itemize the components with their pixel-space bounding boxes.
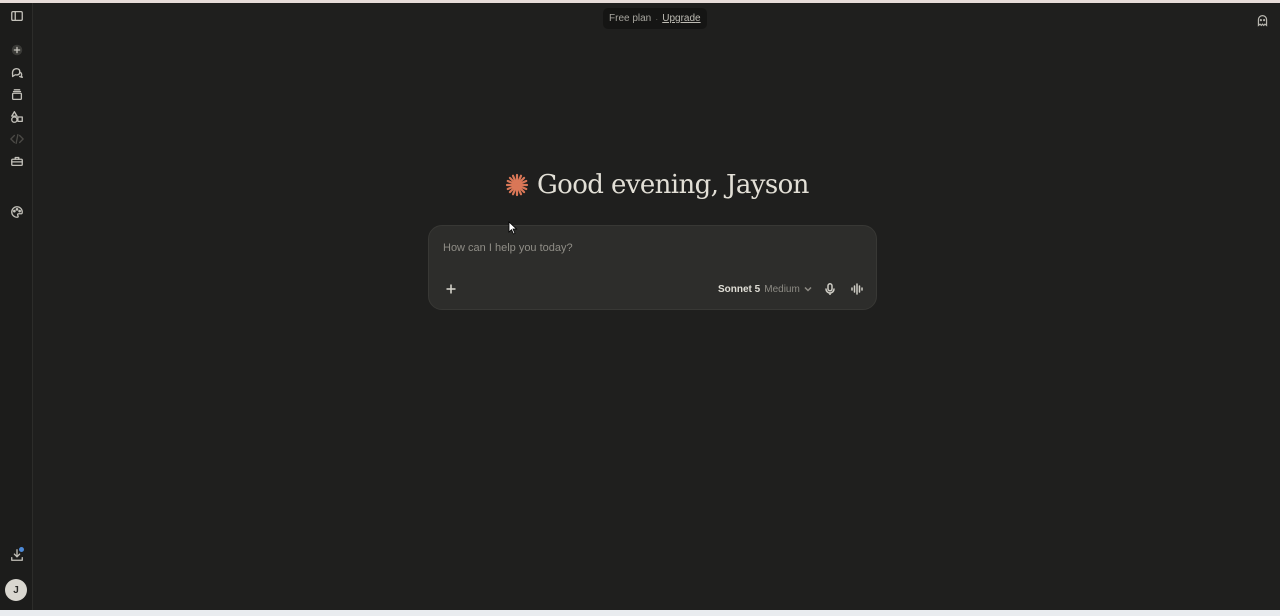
chevron-down-icon xyxy=(804,286,812,292)
customize-button[interactable] xyxy=(9,204,25,220)
chats-button[interactable] xyxy=(9,65,25,81)
toolbox-icon xyxy=(11,156,23,167)
plan-label: Free plan xyxy=(609,13,652,24)
notification-dot xyxy=(19,547,24,552)
window-bottom-strip xyxy=(0,610,1280,616)
artifacts-button[interactable] xyxy=(9,109,25,125)
window-top-border xyxy=(0,0,1280,3)
greeting-text: Good evening, Jayson xyxy=(537,170,809,200)
spark-logo-icon xyxy=(505,173,529,197)
tools-button[interactable] xyxy=(9,153,25,169)
ghost-icon xyxy=(1257,14,1267,27)
code-button[interactable] xyxy=(9,131,25,147)
message-input[interactable] xyxy=(443,240,863,256)
model-effort: Medium xyxy=(764,283,800,295)
shapes-icon xyxy=(11,111,23,123)
microphone-icon xyxy=(825,283,835,295)
voice-mode-button[interactable] xyxy=(848,280,866,298)
dictation-button[interactable] xyxy=(822,280,838,298)
plus-icon xyxy=(446,284,456,294)
sidebar-toggle-icon[interactable] xyxy=(9,8,25,24)
avatar[interactable]: J xyxy=(5,579,27,601)
new-chat-button[interactable] xyxy=(9,42,25,58)
plus-icon xyxy=(11,44,23,56)
add-attachment-button[interactable] xyxy=(443,281,459,297)
chat-composer: Sonnet 5 Medium xyxy=(428,225,877,310)
code-icon xyxy=(10,133,24,145)
greeting: Good evening, Jayson xyxy=(505,168,809,202)
sidebar: J xyxy=(0,3,33,610)
stack-icon xyxy=(11,89,23,101)
voice-waveform-icon xyxy=(851,283,863,295)
plan-badge: Free plan · Upgrade xyxy=(603,8,707,29)
upgrade-link[interactable]: Upgrade xyxy=(662,13,700,24)
incognito-button[interactable] xyxy=(1254,12,1270,28)
projects-button[interactable] xyxy=(9,87,25,103)
model-selector[interactable]: Sonnet 5 Medium xyxy=(718,281,812,297)
model-name: Sonnet 5 xyxy=(718,283,761,295)
plan-separator: · xyxy=(655,13,659,24)
palette-icon xyxy=(11,206,23,218)
mouse-cursor-icon xyxy=(508,221,518,235)
chat-bubbles-icon xyxy=(11,67,23,79)
